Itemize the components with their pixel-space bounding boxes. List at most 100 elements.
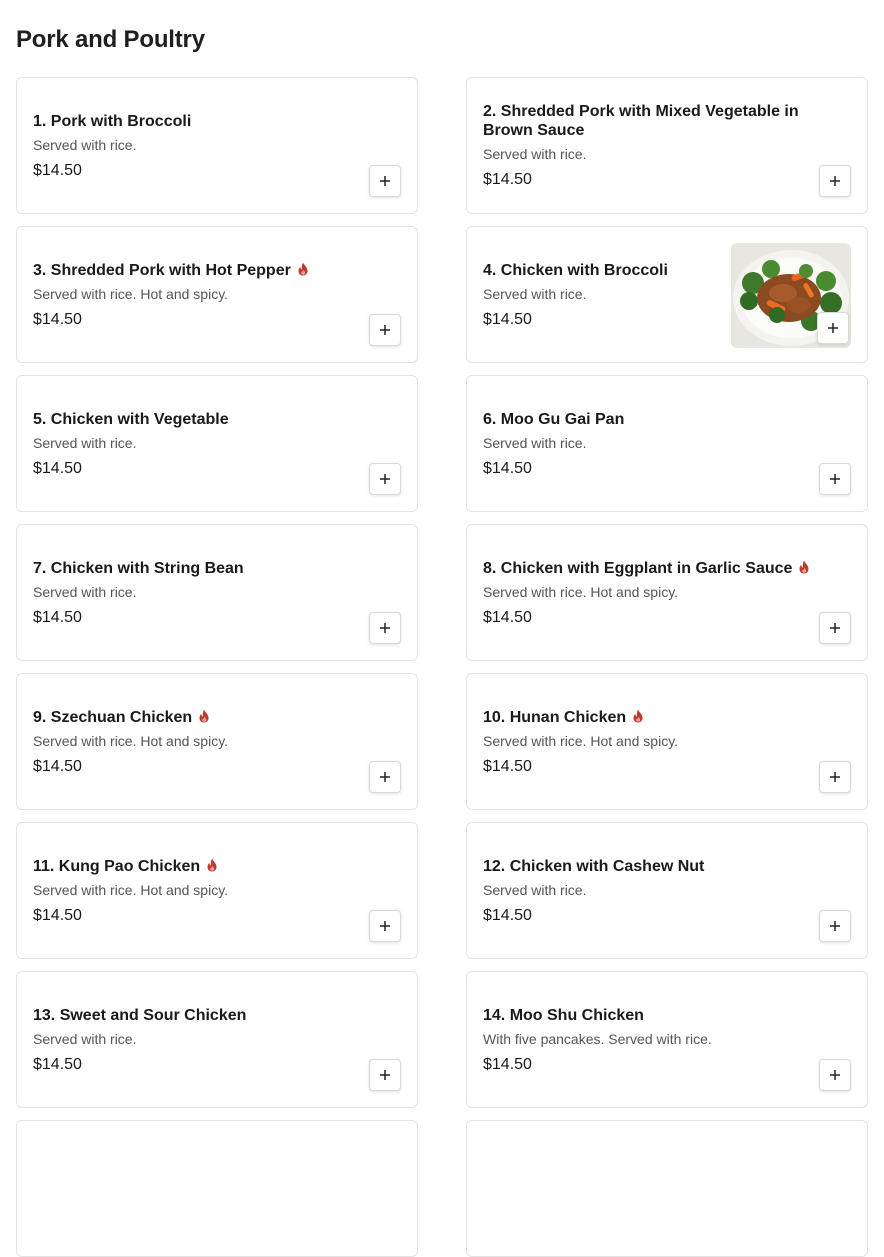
- menu-item-name: 4. Chicken with Broccoli: [483, 261, 727, 280]
- menu-item-card[interactable]: 4. Chicken with Broccoli Served with rice…: [466, 226, 868, 363]
- menu-item-name: 12. Chicken with Cashew Nut: [483, 857, 851, 876]
- add-to-cart-button[interactable]: [819, 612, 851, 644]
- menu-item-info: 1. Pork with Broccoli Served with rice. $1…: [33, 78, 401, 213]
- add-to-cart-button[interactable]: [819, 1059, 851, 1091]
- plus-icon: [380, 325, 390, 335]
- menu-item-info: 9. Szechuan Chicken Served with rice. Hot…: [33, 674, 401, 809]
- plus-icon: [830, 176, 840, 186]
- menu-item-name-text: 10. Hunan Chicken: [483, 708, 627, 726]
- add-to-cart-button[interactable]: [369, 1059, 401, 1091]
- plus-icon: [380, 921, 390, 931]
- menu-item-card[interactable]: 6. Moo Gu Gai Pan Served with rice. $14.50: [466, 375, 868, 512]
- menu-item-description: Served with rice.: [483, 881, 587, 898]
- menu-item-card[interactable]: 2. Shredded Pork with Mixed Vegetable in…: [466, 77, 868, 214]
- menu-item-price: $14.50: [33, 161, 82, 179]
- menu-item-name: 11. Kung Pao Chicken: [33, 857, 401, 876]
- plus-icon: [380, 1070, 390, 1080]
- menu-item-name: 9. Szechuan Chicken: [33, 708, 401, 727]
- menu-item-description: Served with rice.: [33, 434, 137, 451]
- menu-item-name: 7. Chicken with String Bean: [33, 559, 401, 578]
- spicy-flame-icon: [199, 709, 209, 722]
- menu-item-name-text: 8. Chicken with Eggplant in Garlic Sauce: [483, 559, 793, 577]
- menu-item-description: Served with rice. Hot and spicy.: [33, 881, 229, 898]
- menu-item-info: 14. Moo Shu Chicken With five pancakes. S…: [483, 972, 851, 1107]
- menu-item-card[interactable]: 9. Szechuan Chicken Served with rice. Hot…: [16, 673, 418, 810]
- menu-item-card[interactable]: 10. Hunan Chicken Served with rice. Hot a…: [466, 673, 868, 810]
- menu-item-name-text: 5. Chicken with Vegetable: [33, 410, 229, 428]
- add-to-cart-button[interactable]: [369, 910, 401, 942]
- menu-item-info: 12. Chicken with Cashew Nut Served with r…: [483, 823, 851, 958]
- menu-item-description: Served with rice.: [483, 434, 587, 451]
- add-to-cart-button[interactable]: [369, 314, 401, 346]
- menu-item-description: Served with rice.: [33, 583, 137, 600]
- menu-item-price: $14.50: [33, 757, 82, 775]
- menu-item-card[interactable]: 5. Chicken with Vegetable Served with ric…: [16, 375, 418, 512]
- plus-icon: [380, 474, 390, 484]
- menu-item-card[interactable]: [16, 1120, 418, 1257]
- add-to-cart-button[interactable]: [819, 165, 851, 197]
- menu-item-description: With five pancakes. Served with rice.: [483, 1030, 712, 1047]
- menu-item-description: Served with rice.: [33, 1030, 137, 1047]
- menu-item-card[interactable]: 3. Shredded Pork with Hot Pepper Served w…: [16, 226, 418, 363]
- menu-item-price: $14.50: [33, 459, 82, 477]
- menu-item-card[interactable]: 8. Chicken with Eggplant in Garlic Sauce…: [466, 524, 868, 661]
- menu-item-info: 11. Kung Pao Chicken Served with rice. Ho…: [33, 823, 401, 958]
- menu-item-grid: 1. Pork with Broccoli Served with rice. $1…: [16, 77, 868, 1257]
- add-to-cart-button[interactable]: [369, 612, 401, 644]
- menu-item-name-text: 13. Sweet and Sour Chicken: [33, 1006, 247, 1024]
- menu-item-name: 3. Shredded Pork with Hot Pepper: [33, 261, 401, 280]
- menu-item-name-text: 14. Moo Shu Chicken: [483, 1006, 644, 1024]
- menu-item-info: 7. Chicken with String Bean Served with r…: [33, 525, 401, 660]
- menu-item-info: [33, 1121, 401, 1256]
- add-to-cart-button[interactable]: [819, 463, 851, 495]
- menu-item-card[interactable]: 11. Kung Pao Chicken Served with rice. Ho…: [16, 822, 418, 959]
- menu-item-price: $14.50: [483, 757, 532, 775]
- menu-item-info: 4. Chicken with Broccoli Served with rice…: [483, 227, 727, 362]
- plus-icon: [828, 323, 838, 333]
- add-to-cart-button[interactable]: [369, 463, 401, 495]
- menu-item-card[interactable]: [466, 1120, 868, 1257]
- menu-item-card[interactable]: 12. Chicken with Cashew Nut Served with r…: [466, 822, 868, 959]
- plus-icon: [830, 1070, 840, 1080]
- add-to-cart-button[interactable]: [819, 761, 851, 793]
- menu-item-name: 13. Sweet and Sour Chicken: [33, 1006, 401, 1025]
- menu-item-name-text: 2. Shredded Pork with Mixed Vegetable in…: [483, 103, 799, 139]
- menu-item-info: 5. Chicken with Vegetable Served with ric…: [33, 376, 401, 511]
- menu-item-description: Served with rice.: [483, 285, 587, 302]
- menu-item-description: Served with rice. Hot and spicy.: [483, 732, 679, 749]
- menu-item-price: $14.50: [33, 310, 82, 328]
- menu-item-name: 2. Shredded Pork with Mixed Vegetable in…: [483, 102, 851, 140]
- add-to-cart-button[interactable]: [817, 312, 849, 344]
- spicy-flame-icon: [799, 560, 809, 573]
- add-to-cart-button[interactable]: [819, 910, 851, 942]
- menu-item-description: Served with rice.: [33, 136, 137, 153]
- menu-item-price: $14.50: [483, 906, 532, 924]
- menu-item-card[interactable]: 13. Sweet and Sour Chicken Served with ri…: [16, 971, 418, 1108]
- menu-item-name: 5. Chicken with Vegetable: [33, 410, 401, 429]
- menu-item-price: $14.50: [483, 1055, 532, 1073]
- menu-item-price: $14.50: [33, 608, 82, 626]
- spicy-flame-icon: [633, 709, 643, 722]
- menu-item-card[interactable]: 14. Moo Shu Chicken With five pancakes. S…: [466, 971, 868, 1108]
- section-title: Pork and Poultry: [16, 26, 205, 53]
- menu-item-name-text: 7. Chicken with String Bean: [33, 559, 244, 577]
- spicy-flame-icon: [298, 262, 308, 275]
- menu-item-card[interactable]: 1. Pork with Broccoli Served with rice. $1…: [16, 77, 418, 214]
- add-to-cart-button[interactable]: [369, 165, 401, 197]
- spicy-flame-icon: [207, 858, 217, 871]
- menu-item-name-text: 9. Szechuan Chicken: [33, 708, 193, 726]
- menu-item-name-text: 12. Chicken with Cashew Nut: [483, 857, 705, 875]
- menu-item-price: $14.50: [33, 906, 82, 924]
- menu-item-price: $14.50: [33, 1055, 82, 1073]
- menu-item-description: Served with rice. Hot and spicy.: [33, 732, 229, 749]
- menu-item-info: 13. Sweet and Sour Chicken Served with ri…: [33, 972, 401, 1107]
- menu-item-name-text: 1. Pork with Broccoli: [33, 112, 192, 130]
- menu-item-info: 6. Moo Gu Gai Pan Served with rice. $14.50: [483, 376, 851, 511]
- menu-item-card[interactable]: 7. Chicken with String Bean Served with r…: [16, 524, 418, 661]
- menu-item-name-text: 3. Shredded Pork with Hot Pepper: [33, 261, 291, 279]
- plus-icon: [830, 921, 840, 931]
- add-to-cart-button[interactable]: [369, 761, 401, 793]
- plus-icon: [380, 623, 390, 633]
- menu-item-price: $14.50: [483, 608, 532, 626]
- plus-icon: [380, 772, 390, 782]
